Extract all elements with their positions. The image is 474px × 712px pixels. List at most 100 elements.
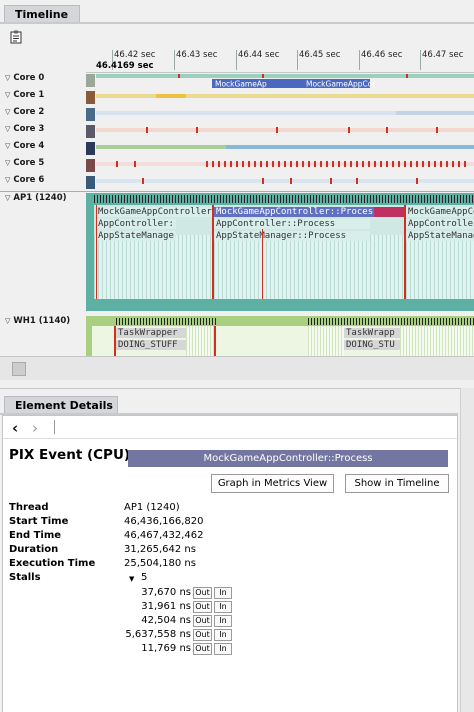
thread-activity-strip: [116, 318, 218, 325]
scope-bar[interactable]: AppController::Pr: [406, 219, 474, 229]
scope-bar[interactable]: AppStateManager::: [406, 231, 474, 241]
thread-wh1-lane[interactable]: TaskWrapper TaskWrapp DOING_STUFF DOING_…: [86, 316, 474, 356]
core-4-label[interactable]: ▽ Core 4: [5, 141, 44, 151]
scope-bar[interactable]: AppStateManage: [96, 231, 176, 241]
scope-bar[interactable]: AppController::Process: [214, 219, 370, 229]
expand-triangle-icon[interactable]: ▽: [5, 108, 10, 116]
nav-divider: [3, 438, 459, 439]
core6-tick: [416, 178, 418, 184]
core-swatch: [86, 125, 95, 138]
ruler-tick: [174, 50, 175, 70]
core3-tick: [276, 127, 278, 133]
stall-out-button[interactable]: Out: [193, 629, 212, 641]
stall-in-button[interactable]: In: [214, 587, 232, 599]
element-details-tab[interactable]: Element Details: [4, 396, 118, 414]
stall-marker: [212, 205, 214, 299]
core0-event-label: MockGameAp: [215, 80, 267, 89]
stall-in-button[interactable]: In: [214, 643, 232, 655]
prop-label-duration: Duration: [9, 544, 59, 555]
thread-separator: [0, 191, 474, 192]
ruler-tick: [297, 50, 298, 70]
core0-tick: [178, 74, 180, 78]
core-0-label[interactable]: ▽ Core 0: [5, 73, 44, 83]
prop-value-thread: AP1 (1240): [124, 502, 180, 513]
expand-triangle-icon[interactable]: ▽: [5, 74, 10, 82]
core3-tick: [436, 127, 438, 133]
stall-duration: 11,769 ns: [141, 643, 191, 654]
nav-separator: [54, 420, 55, 434]
timeline-tab-underline: [0, 22, 474, 24]
scope-bar[interactable]: AppStateManager::Process: [214, 231, 370, 241]
expand-triangle-icon[interactable]: ▽: [5, 194, 10, 202]
scope-bar-selected[interactable]: MockGameAppController::Process: [214, 207, 374, 217]
prop-value-start-time: 46,436,166,820: [124, 516, 204, 527]
scope-bar[interactable]: MockGameAppControll: [406, 207, 474, 217]
stall-in-button[interactable]: In: [214, 629, 232, 641]
prop-label-end-time: End Time: [9, 530, 62, 541]
core-1-label[interactable]: ▽ Core 1: [5, 90, 44, 100]
core-label-text: Core 4: [13, 141, 45, 151]
expand-triangle-icon[interactable]: ▽: [5, 159, 10, 167]
core-2-label[interactable]: ▽ Core 2: [5, 107, 44, 117]
stall-in-button[interactable]: In: [214, 601, 232, 613]
stall-in-button[interactable]: In: [214, 615, 232, 627]
stall-marker: [214, 326, 216, 356]
stall-row: 42,504 ns Out In: [103, 615, 243, 627]
thread-ap1-label[interactable]: ▽ AP1 (1240): [5, 193, 67, 203]
core-6-label[interactable]: ▽ Core 6: [5, 175, 44, 185]
core-swatch: [86, 74, 95, 87]
scrollbar-thumb[interactable]: [12, 362, 26, 376]
details-title: PIX Event (CPU): [9, 447, 131, 463]
core-lanes[interactable]: MockGameAp MockGameAppCor: [86, 72, 474, 192]
show-in-timeline-button[interactable]: Show in Timeline: [345, 474, 449, 493]
thread-wh1-label[interactable]: ▽ WH1 (1140): [5, 316, 70, 326]
scope-bar[interactable]: DOING_STU: [344, 340, 400, 350]
timeline-horizontal-scrollbar[interactable]: [0, 356, 474, 380]
thread-sample-area: [308, 326, 344, 356]
stall-out-button[interactable]: Out: [193, 601, 212, 613]
graph-in-metrics-view-button[interactable]: Graph in Metrics View: [211, 474, 334, 493]
clipboard-icon[interactable]: [10, 30, 22, 44]
forward-arrow-icon[interactable]: ›: [32, 419, 38, 437]
core-swatch: [86, 142, 95, 155]
scope-bar[interactable]: TaskWrapper: [116, 328, 186, 338]
thread-sample-area: [94, 235, 474, 299]
core0-activity: [96, 74, 474, 78]
timeline-pane: Timeline 46.42 sec 46.43 sec 46.44 sec 4…: [0, 0, 474, 380]
thread-ap1-lane[interactable]: MockGameAppController MockGameAppControl…: [86, 193, 474, 311]
core3-activity: [96, 128, 474, 132]
event-name-badge: MockGameAppController::Process: [128, 450, 448, 467]
details-vertical-scrollbar[interactable]: [460, 388, 474, 712]
stall-duration: 31,961 ns: [141, 601, 191, 612]
thread-label-text: AP1 (1240): [13, 193, 67, 203]
scope-bar-stall[interactable]: [374, 207, 404, 217]
scope-bar[interactable]: MockGameAppController: [96, 207, 212, 217]
stall-out-button[interactable]: Out: [193, 615, 212, 627]
ruler-tick-label: 46.42 sec: [114, 50, 156, 60]
back-arrow-icon[interactable]: ‹: [12, 419, 18, 437]
scope-bar[interactable]: TaskWrapp: [344, 328, 400, 338]
prop-value-duration: 31,265,642 ns: [124, 544, 196, 555]
core-3-label[interactable]: ▽ Core 3: [5, 124, 44, 134]
core-label-text: Core 5: [13, 158, 45, 168]
timeline-tab[interactable]: Timeline: [4, 5, 80, 23]
scope-bar[interactable]: AppController::: [96, 219, 176, 229]
core-5-label[interactable]: ▽ Core 5: [5, 158, 44, 168]
ruler-tick-label: 46.45 sec: [299, 50, 341, 60]
pane-splitter[interactable]: [0, 380, 474, 388]
expand-triangle-icon[interactable]: ▽: [5, 317, 10, 325]
scope-bar[interactable]: DOING_STUFF: [116, 340, 186, 350]
core0-tick: [406, 74, 408, 78]
expand-triangle-icon[interactable]: ▽: [5, 125, 10, 133]
element-details-body: ‹ › PIX Event (CPU) MockGameAppControlle…: [2, 415, 459, 712]
prop-label-start-time: Start Time: [9, 516, 69, 527]
element-details-pane: Element Details ‹ › PIX Event (CPU) Mock…: [0, 388, 474, 712]
expand-triangle-icon[interactable]: ▽: [5, 142, 10, 150]
expand-triangle-icon[interactable]: ▽: [5, 91, 10, 99]
thread-sample-area: [400, 326, 474, 356]
collapse-caret-icon[interactable]: ▼: [129, 575, 134, 583]
prop-label-stalls: Stalls: [9, 572, 41, 583]
expand-triangle-icon[interactable]: ▽: [5, 176, 10, 184]
stall-out-button[interactable]: Out: [193, 587, 212, 599]
stall-out-button[interactable]: Out: [193, 643, 212, 655]
